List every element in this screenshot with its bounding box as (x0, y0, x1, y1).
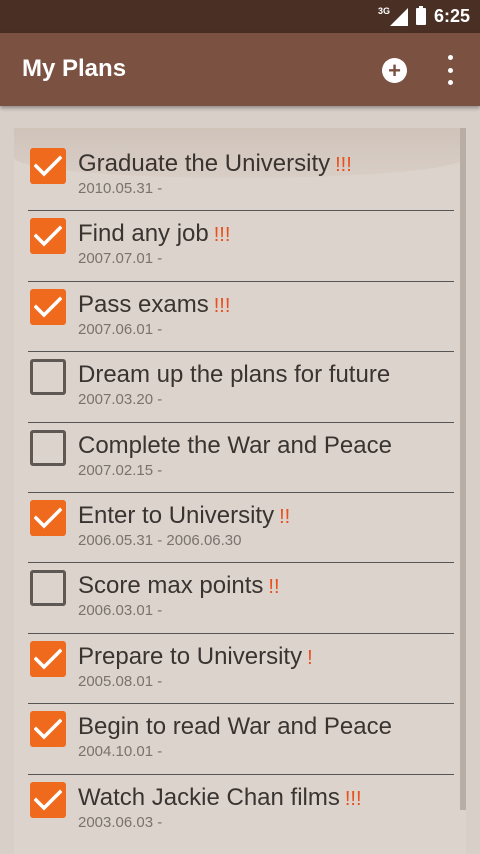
plan-list: Graduate the University!!! 2010.05.31 - Fi… (14, 141, 454, 845)
plan-title: Graduate the University!!! (78, 150, 352, 178)
overflow-menu-button[interactable] (440, 55, 460, 85)
status-bar: 3G 6:25 (0, 0, 480, 33)
checkmark-icon (34, 789, 62, 810)
checkmark-icon (34, 296, 62, 318)
priority-marker: !!! (344, 787, 362, 810)
plan-item[interactable]: Find any job!!! 2007.07.01 - (14, 211, 454, 282)
plan-item[interactable]: Enter to University!! 2006.05.31 - 2006.0… (14, 493, 454, 564)
plan-title: Dream up the plans for future (78, 361, 390, 389)
plan-title: Find any job!!! (78, 220, 230, 248)
plan-title: Watch Jackie Chan films!!! (78, 784, 362, 812)
priority-marker: !! (279, 505, 291, 528)
plan-date: 2005.08.01 - (78, 672, 163, 690)
plan-checkbox[interactable] (30, 359, 66, 396)
plan-title: Enter to University!! (78, 502, 290, 530)
app-bar: My Plans + (0, 33, 480, 106)
plan-date: 2010.05.31 - (78, 180, 163, 197)
plus-icon: + (388, 57, 401, 83)
plan-checkbox[interactable] (30, 711, 66, 748)
plan-title-text: Begin to read War and Peace (78, 713, 392, 741)
checkmark-icon (34, 155, 62, 177)
plan-item[interactable]: Begin to read War and Peace 2004.10.01 - (14, 704, 454, 775)
checkmark-icon (34, 648, 62, 670)
plan-title: Prepare to University! (78, 643, 313, 671)
plan-date: 2007.02.15 - (78, 461, 163, 479)
plan-checkbox[interactable] (30, 640, 66, 677)
dot-icon (447, 67, 453, 73)
plan-item[interactable]: Prepare to University! 2005.08.01 - (14, 634, 454, 705)
plan-title: Pass exams!!! (78, 291, 230, 319)
clock: 6:25 (433, 6, 470, 26)
plan-checkbox[interactable] (30, 429, 66, 466)
priority-marker: !! (268, 576, 280, 599)
plan-checkbox[interactable] (30, 570, 66, 607)
plan-item[interactable]: Watch Jackie Chan films!!! 2003.06.03 - (14, 775, 454, 845)
checkmark-icon (34, 225, 62, 247)
plan-date: 2007.03.20 - (78, 391, 163, 409)
plan-checkbox[interactable] (30, 148, 66, 184)
plan-date: 2007.06.01 - (78, 320, 163, 338)
plan-title-text: Pass exams (78, 290, 209, 318)
checkmark-icon (34, 718, 62, 740)
plan-title: Complete the War and Peace (78, 432, 392, 460)
plan-title-text: Watch Jackie Chan films (78, 783, 340, 811)
scrollbar[interactable] (460, 128, 466, 810)
plan-title-text: Complete the War and Peace (78, 431, 392, 459)
page-title: My Plans (22, 55, 127, 82)
plan-date: 2006.05.31 - 2006.06.30 (78, 531, 242, 549)
priority-marker: !!! (213, 294, 231, 317)
plan-title: Score max points!! (78, 572, 280, 600)
plan-checkbox[interactable] (30, 781, 66, 818)
plan-item[interactable]: Graduate the University!!! 2010.05.31 - (14, 141, 454, 212)
plan-checkbox[interactable] (30, 499, 66, 536)
plan-item[interactable]: Score max points!! 2006.03.01 - (14, 563, 454, 634)
network-type: 3G (377, 5, 390, 16)
plan-item[interactable]: Pass exams!!! 2007.06.01 - (14, 282, 454, 353)
plan-item[interactable]: Dream up the plans for future 2007.03.20 … (14, 352, 454, 423)
add-plan-button[interactable]: + (382, 58, 407, 83)
plan-title-text: Graduate the University (78, 150, 331, 177)
dot-icon (447, 55, 453, 60)
signal-icon (389, 7, 408, 26)
priority-marker: !!! (335, 154, 352, 176)
priority-marker: !!! (213, 224, 231, 247)
plan-checkbox[interactable] (30, 288, 66, 325)
plan-title-text: Dream up the plans for future (78, 361, 391, 389)
plan-date: 2003.06.03 - (78, 813, 163, 831)
plan-title-text: Find any job (78, 220, 209, 248)
checkmark-icon (34, 507, 62, 529)
plan-date: 2004.10.01 - (78, 743, 163, 761)
battery-icon (415, 6, 426, 25)
priority-marker: ! (307, 646, 313, 669)
plan-checkbox[interactable] (30, 218, 66, 255)
plan-item[interactable]: Complete the War and Peace 2007.02.15 - (14, 423, 454, 493)
plan-title-text: Prepare to University (78, 642, 303, 670)
plan-title: Begin to read War and Peace (78, 713, 392, 741)
plan-title-text: Score max points (78, 572, 264, 600)
dot-icon (447, 80, 453, 85)
plan-date: 2007.07.01 - (78, 250, 163, 268)
plan-title-text: Enter to University (78, 501, 275, 529)
plan-date: 2006.03.01 - (78, 602, 163, 620)
